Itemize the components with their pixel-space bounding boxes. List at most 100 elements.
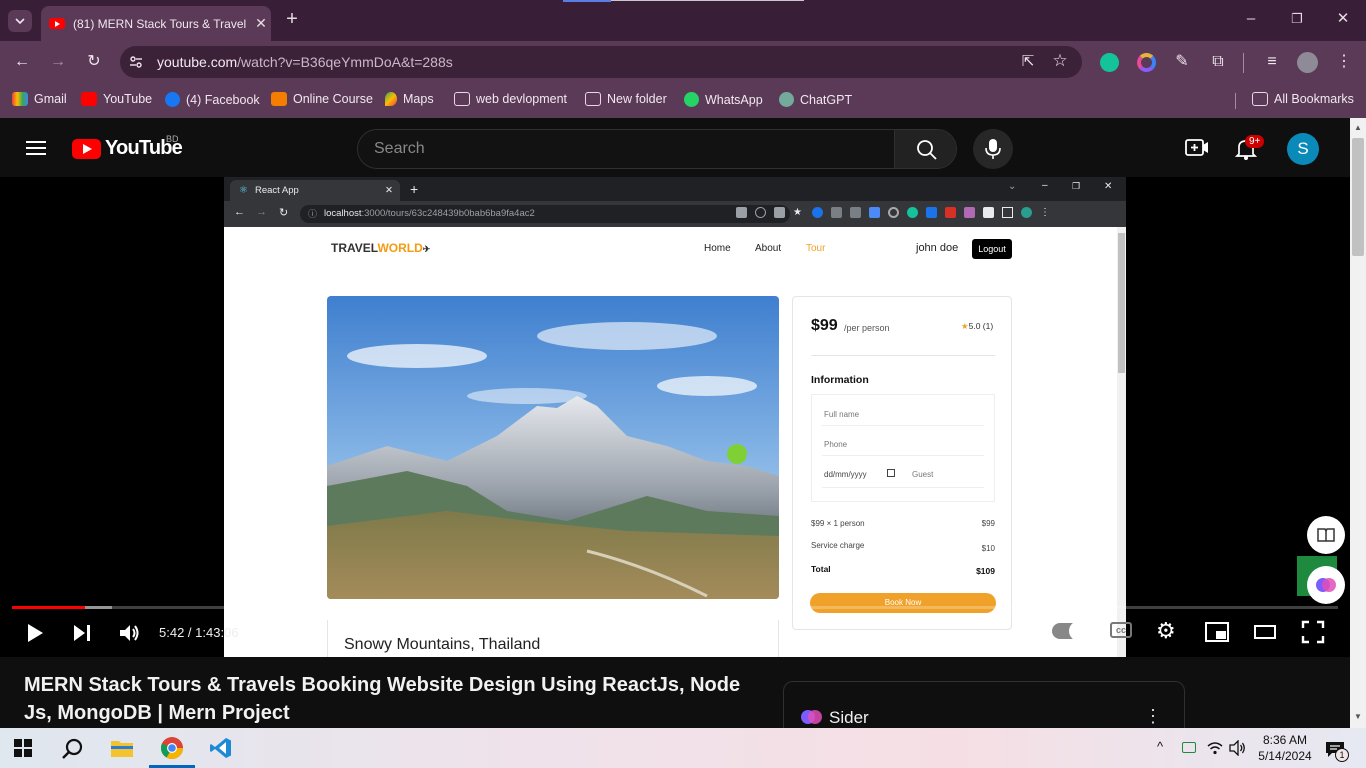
tab-drag-indicator: [563, 0, 611, 2]
fee-value: $10: [981, 544, 995, 553]
voice-search-button[interactable]: [973, 129, 1013, 169]
miniplayer-icon[interactable]: [1204, 621, 1230, 643]
windows-start-icon[interactable]: [14, 739, 32, 757]
bookmark-facebook[interactable]: (4) Facebook: [165, 92, 260, 107]
bookmark-gmail[interactable]: Gmail: [12, 92, 67, 106]
clock-date: 5/14/2024: [1258, 749, 1312, 763]
all-bookmarks-button[interactable]: All Bookmarks: [1252, 92, 1354, 106]
inner-share-icon: [774, 207, 785, 218]
vscode-taskbar-icon[interactable]: [209, 736, 233, 760]
inner-ext-icon: [869, 207, 880, 218]
video-player[interactable]: ⚛ React App ✕ + ⌄ – ❐ ✕ ← → ↻ ⓘ localhos…: [0, 177, 1350, 657]
eyedropper-extension-icon[interactable]: ✎: [1170, 51, 1194, 73]
sider-reader-button[interactable]: [1307, 516, 1345, 554]
bookmark-label: Online Course: [293, 92, 373, 106]
settings-gear-icon[interactable]: ⚙: [1156, 619, 1176, 643]
bookmarks-divider: [1235, 93, 1236, 109]
minimize-window-button[interactable]: –: [1240, 9, 1262, 29]
media-controls-icon[interactable]: ≡: [1260, 51, 1284, 73]
address-bar[interactable]: youtube.com/watch?v=B36qeYmmDoA&t=288s ⇱…: [120, 46, 1082, 78]
tab-search-button[interactable]: [8, 10, 32, 32]
inner-close-icon: ✕: [385, 185, 393, 196]
inner-toolbar: ← → ↻ ⓘ localhost:3000/tours/63c248439b0…: [224, 201, 1126, 227]
video-frame: ⚛ React App ✕ + ⌄ – ❐ ✕ ← → ↻ ⓘ localhos…: [224, 177, 1126, 657]
search-button[interactable]: [894, 130, 956, 168]
bookmark-folder-new[interactable]: New folder: [585, 92, 667, 106]
volume-icon[interactable]: [117, 621, 141, 645]
chrome-taskbar-icon[interactable]: [160, 736, 184, 760]
browser-tab-active[interactable]: (81) MERN Stack Tours & Travel ✕: [41, 6, 271, 41]
new-tab-button[interactable]: +: [281, 9, 303, 29]
hamburger-menu-icon[interactable]: [26, 140, 46, 156]
open-in-app-icon[interactable]: ⇱: [1016, 51, 1040, 73]
bookmark-online-course[interactable]: Online Course: [271, 92, 373, 106]
sider-ai-button[interactable]: [1307, 566, 1345, 604]
reader-book-icon: [1317, 528, 1335, 542]
profile-avatar[interactable]: [1297, 52, 1318, 73]
site-username: john doe: [916, 242, 959, 254]
bookmark-whatsapp[interactable]: WhatsApp: [684, 92, 763, 107]
field-divider: [822, 455, 984, 456]
bookmark-youtube[interactable]: YouTube: [81, 92, 152, 106]
inner-minimize-icon: –: [1042, 180, 1048, 191]
restore-window-button[interactable]: ❐: [1286, 9, 1308, 29]
site-nav-home: Home: [704, 243, 731, 254]
subtitles-icon[interactable]: cc: [1110, 622, 1132, 638]
back-arrow-icon[interactable]: ←: [10, 51, 34, 73]
browser-menu-icon[interactable]: ⋮: [1332, 51, 1356, 73]
tour-price: $99: [811, 317, 838, 334]
travel-world-logo: TRAVELWORLD✈: [331, 241, 430, 255]
time-display: 5:42 / 1:43:06: [159, 625, 239, 640]
close-window-button[interactable]: ✕: [1332, 9, 1354, 29]
create-video-icon[interactable]: [1185, 138, 1209, 158]
wifi-icon[interactable]: [1206, 740, 1224, 756]
forward-arrow-icon[interactable]: →: [46, 51, 70, 73]
site-info-icon[interactable]: [128, 54, 144, 70]
tour-image: [327, 296, 779, 599]
windows-taskbar: ^ 8:36 AM 5/14/2024 1: [0, 728, 1366, 768]
url-path: /watch?v=B36qeYmmDoA&t=288s: [237, 54, 453, 70]
close-tab-icon[interactable]: ✕: [251, 15, 271, 32]
chatgpt-icon: [779, 92, 794, 107]
next-video-icon[interactable]: [71, 621, 93, 645]
site-nav-about: About: [755, 243, 782, 254]
bookmark-star-icon[interactable]: ☆: [1048, 50, 1072, 72]
bookmark-maps[interactable]: Maps: [385, 92, 434, 106]
play-button-icon[interactable]: [24, 621, 46, 645]
page-scroll-thumb[interactable]: [1352, 138, 1364, 256]
file-explorer-icon[interactable]: [110, 738, 134, 758]
security-tray-icon[interactable]: [1182, 742, 1196, 753]
maps-icon: [385, 92, 397, 106]
bookmark-label: web devlopment: [476, 92, 568, 106]
autoplay-toggle[interactable]: [1052, 621, 1089, 641]
reload-icon[interactable]: ↻: [82, 51, 106, 73]
rating-value: 5.0 (1): [968, 321, 994, 331]
fee-row-service: Service charge $10: [811, 541, 995, 553]
player-controls: 5:42 / 1:43:06 cc ⚙: [0, 609, 1350, 657]
grammarly-extension-icon[interactable]: [1100, 53, 1119, 72]
bookmark-label: WhatsApp: [705, 92, 763, 107]
theater-mode-icon[interactable]: [1253, 623, 1277, 641]
card-divider: [811, 355, 995, 356]
tab-drag-indicator-line: [611, 0, 804, 1]
search-input[interactable]: [358, 130, 894, 168]
guest-field: Guest: [912, 470, 934, 479]
fullscreen-icon[interactable]: [1301, 620, 1325, 644]
inner-tab-bar: ⚛ React App ✕ + ⌄ – ❐ ✕: [224, 177, 1126, 201]
color-extension-icon[interactable]: [1137, 53, 1156, 72]
search-box: [357, 129, 957, 169]
inner-back-icon: ←: [234, 206, 245, 218]
bookmark-chatgpt[interactable]: ChatGPT: [779, 92, 852, 107]
extensions-puzzle-icon[interactable]: ⧉: [1206, 51, 1230, 73]
bookmark-folder-web[interactable]: web devlopment: [454, 92, 567, 106]
sider-more-icon[interactable]: ⋮: [1144, 706, 1162, 727]
scroll-up-arrow-icon[interactable]: ▲: [1354, 123, 1362, 132]
scroll-down-arrow-icon[interactable]: ▼: [1354, 712, 1362, 721]
react-icon: ⚛: [239, 185, 248, 196]
system-clock[interactable]: 8:36 AM 5/14/2024: [1254, 732, 1316, 764]
speaker-icon[interactable]: [1229, 740, 1247, 756]
account-avatar[interactable]: S: [1287, 133, 1319, 165]
show-hidden-icons[interactable]: ^: [1157, 739, 1163, 754]
page-scrollbar[interactable]: ▲ ▼: [1350, 118, 1366, 728]
taskbar-search-icon[interactable]: [61, 737, 85, 761]
